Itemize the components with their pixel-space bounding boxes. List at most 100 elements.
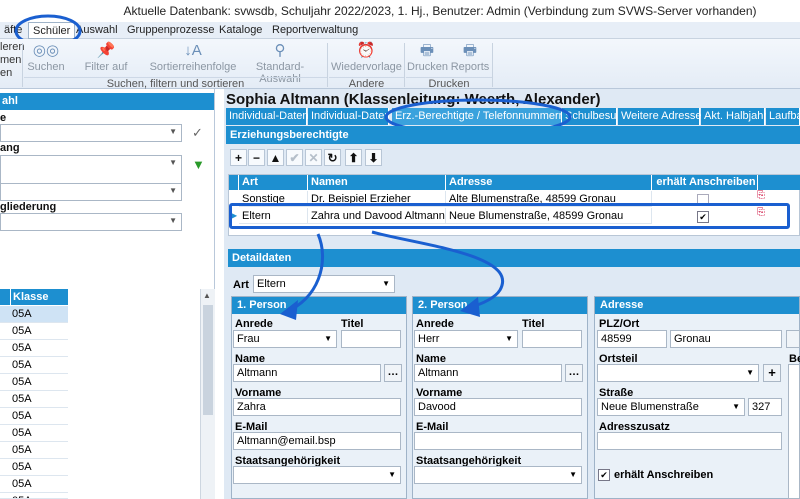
filter-combo-4[interactable]: ▼ bbox=[0, 213, 182, 231]
student-grid: Klasse 05A 05A 05A 05A 05A 05A 05A 05A 0… bbox=[0, 289, 215, 499]
art-label: Art bbox=[233, 279, 249, 291]
col-header-art[interactable]: Art bbox=[239, 175, 308, 190]
fragment-2: men bbox=[0, 54, 22, 66]
filter-auf-button[interactable]: 📌 Filter auf bbox=[82, 41, 130, 77]
filter-combo-1[interactable]: ▼ bbox=[0, 124, 182, 142]
fragment-3: en bbox=[0, 67, 13, 79]
tab-weitere-adressen[interactable]: Weitere Adressen bbox=[618, 108, 708, 125]
table-row[interactable]: 05A bbox=[0, 374, 68, 391]
titel-field[interactable] bbox=[522, 330, 582, 348]
cancel-button[interactable]: ✕ bbox=[305, 149, 322, 166]
chevron-down-icon: ▼ bbox=[169, 158, 177, 167]
filter-auf-label: Filter auf bbox=[84, 61, 128, 73]
name-lookup-button[interactable]: … bbox=[384, 364, 402, 382]
table-row[interactable]: 05A bbox=[0, 391, 68, 408]
ribbon: leren men en ◎◎ Suchen 📌 Filter auf ↓A Sort… bbox=[0, 39, 800, 90]
ort-lookup-button[interactable] bbox=[786, 330, 800, 348]
menu-item-reportverwaltung[interactable]: Reportverwaltung bbox=[268, 22, 362, 39]
extra-textarea[interactable] bbox=[788, 364, 800, 499]
name-field[interactable]: Altmann bbox=[233, 364, 381, 382]
email-field[interactable]: Altmann@email.bsp bbox=[233, 432, 401, 450]
grid-header-klasse[interactable]: Klasse bbox=[11, 289, 68, 305]
ortsteil-select[interactable]: ▼ bbox=[597, 364, 759, 382]
col-header-blank bbox=[229, 175, 239, 190]
tab-akt-halbjahr[interactable]: Akt. Halbjahr bbox=[701, 108, 767, 125]
left-scrollbar[interactable]: ▲ bbox=[200, 289, 215, 499]
table-row[interactable]: 05A bbox=[0, 459, 68, 476]
col-header-anschreiben[interactable]: erhält Anschreiben bbox=[652, 175, 758, 190]
filter-label-3: gliederung bbox=[0, 201, 57, 213]
binoculars-icon: ◎◎ bbox=[32, 42, 60, 59]
filter-label-1: e bbox=[0, 112, 7, 124]
chevron-down-icon: ▼ bbox=[324, 334, 332, 343]
ribbon-separator bbox=[404, 43, 405, 87]
check-icon[interactable]: ✓ bbox=[192, 125, 203, 141]
email-field[interactable] bbox=[414, 432, 582, 450]
col-header-namen[interactable]: Namen bbox=[308, 175, 446, 190]
staat-select[interactable]: ▼ bbox=[233, 466, 401, 484]
anschreiben-detail-checkbox[interactable]: ✔ bbox=[598, 469, 610, 481]
vorname-field[interactable]: Davood bbox=[414, 398, 582, 416]
chevron-down-icon: ▼ bbox=[169, 186, 177, 195]
titel-field[interactable] bbox=[341, 330, 401, 348]
standard-auswahl-button[interactable]: ⚲ Standard-Auswahl bbox=[237, 41, 323, 85]
scroll-up-icon[interactable]: ▲ bbox=[203, 291, 211, 300]
printer-icon: 🖶 bbox=[462, 42, 478, 59]
green-filter-icon[interactable]: ▼ bbox=[192, 157, 205, 172]
anrede-select[interactable]: Herr ▼ bbox=[414, 330, 518, 348]
filter-combo-2[interactable]: ▼ bbox=[0, 155, 182, 185]
drucken-button[interactable]: 🖶 Drucken bbox=[407, 41, 448, 77]
refresh-button[interactable]: ↻ bbox=[324, 149, 341, 166]
table-row[interactable]: 05A bbox=[0, 442, 68, 459]
suchen-button[interactable]: ◎◎ Suchen bbox=[27, 41, 65, 77]
anrede-label: Anrede bbox=[235, 318, 273, 330]
tab-individual-daten-2[interactable]: Individual-Daten II bbox=[308, 108, 389, 125]
anrede-select[interactable]: Frau ▼ bbox=[233, 330, 337, 348]
hausnr-field[interactable]: 327 bbox=[748, 398, 782, 416]
zusatz-field[interactable] bbox=[597, 432, 782, 450]
add-button[interactable]: + bbox=[230, 149, 247, 166]
wiedervorlage-button[interactable]: ⏰ Wiedervorlage bbox=[331, 41, 402, 77]
menu-item-kataloge[interactable]: Kataloge bbox=[215, 22, 266, 39]
table-row[interactable]: 05A bbox=[0, 357, 68, 374]
menu-item-gruppenprozesse[interactable]: Gruppenprozesse bbox=[123, 22, 218, 39]
filter-label-2: ang bbox=[0, 142, 20, 154]
reports-button[interactable]: 🖶 Reports bbox=[450, 41, 490, 77]
ribbon-separator bbox=[22, 43, 23, 87]
plz-field[interactable]: 48599 bbox=[597, 330, 667, 348]
vorname-field[interactable]: Zahra bbox=[233, 398, 401, 416]
address-card-icon[interactable]: ⎘ bbox=[757, 190, 765, 201]
detail-header: Detaildaten bbox=[228, 249, 800, 267]
tab-laufbahn[interactable]: Laufbahn bbox=[766, 108, 800, 125]
table-row[interactable]: 05A bbox=[0, 306, 68, 323]
move-up-button[interactable]: ⬆ bbox=[345, 149, 362, 166]
col-header-adresse[interactable]: Adresse bbox=[446, 175, 652, 190]
add-ortsteil-button[interactable]: + bbox=[763, 364, 781, 382]
suchen-label: Suchen bbox=[27, 61, 65, 73]
table-row[interactable]: 05A bbox=[0, 493, 68, 499]
table-row[interactable]: 05A bbox=[0, 340, 68, 357]
table-row[interactable]: 05A bbox=[0, 425, 68, 442]
strasse-select[interactable]: Neue Blumenstraße ▼ bbox=[597, 398, 745, 416]
name-field[interactable]: Altmann bbox=[414, 364, 562, 382]
table-row[interactable]: 05A bbox=[0, 408, 68, 425]
scroll-thumb[interactable] bbox=[203, 305, 213, 415]
reset-filter-icon: ⚲ bbox=[274, 42, 286, 59]
confirm-button[interactable]: ✔ bbox=[286, 149, 303, 166]
staat-select[interactable]: ▼ bbox=[414, 466, 582, 484]
ribbon-group-andere: Andere bbox=[329, 77, 404, 90]
sortierreihenfolge-button[interactable]: ↓A Sortierreihenfolge bbox=[148, 41, 238, 77]
anrede-label: Anrede bbox=[416, 318, 454, 330]
up-small-button[interactable]: ▲ bbox=[267, 149, 284, 166]
remove-button[interactable]: − bbox=[248, 149, 265, 166]
ribbon-separator bbox=[327, 43, 328, 87]
titel-label: Titel bbox=[522, 318, 545, 330]
name-lookup-button[interactable]: … bbox=[565, 364, 583, 382]
move-down-button[interactable]: ⬇ bbox=[365, 149, 382, 166]
ort-field[interactable]: Gronau bbox=[670, 330, 782, 348]
table-row[interactable]: 05A bbox=[0, 476, 68, 493]
tab-individual-daten-1[interactable]: Individual-Daten I bbox=[226, 108, 315, 125]
table-row[interactable]: 05A bbox=[0, 323, 68, 340]
filter-combo-3[interactable]: ▼ bbox=[0, 183, 182, 201]
art-select[interactable]: Eltern ▼ bbox=[253, 275, 395, 293]
